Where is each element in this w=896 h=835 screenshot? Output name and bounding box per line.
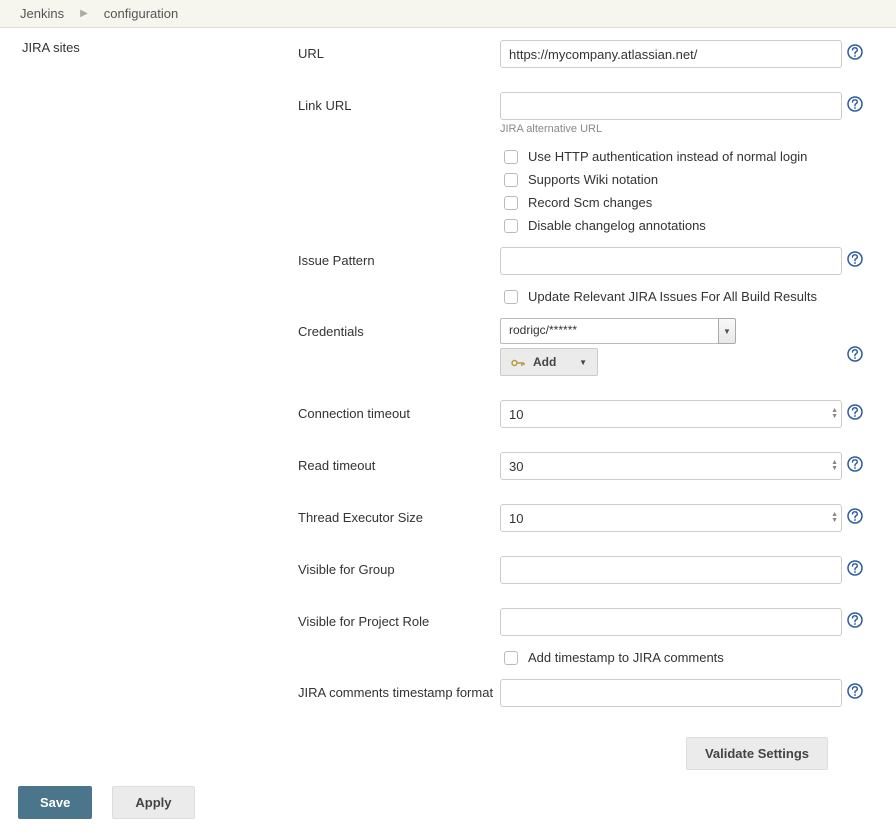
http-auth-checkbox[interactable]: Use HTTP authentication instead of norma… xyxy=(504,145,842,168)
save-button[interactable]: Save xyxy=(18,786,92,819)
checkbox-icon xyxy=(504,651,518,665)
apply-button[interactable]: Apply xyxy=(112,786,194,819)
add-timestamp-label: Add timestamp to JIRA comments xyxy=(528,650,724,665)
disable-changelog-checkbox[interactable]: Disable changelog annotations xyxy=(504,214,842,237)
ts-format-input[interactable] xyxy=(500,679,842,707)
help-icon[interactable] xyxy=(847,96,863,112)
thread-exec-input[interactable] xyxy=(500,504,842,532)
scm-label: Record Scm changes xyxy=(528,195,652,210)
wiki-checkbox[interactable]: Supports Wiki notation xyxy=(504,168,842,191)
http-auth-label: Use HTTP authentication instead of norma… xyxy=(528,149,807,164)
key-icon xyxy=(511,357,525,367)
help-icon[interactable] xyxy=(847,508,863,524)
scm-checkbox[interactable]: Record Scm changes xyxy=(504,191,842,214)
help-icon[interactable] xyxy=(847,612,863,628)
help-icon[interactable] xyxy=(847,346,863,362)
dropdown-button[interactable]: ▼ xyxy=(718,318,736,344)
section-title: JIRA sites xyxy=(0,40,298,770)
link-url-label: Link URL xyxy=(298,92,500,113)
visible-role-label: Visible for Project Role xyxy=(298,608,500,629)
visible-role-input[interactable] xyxy=(500,608,842,636)
url-label: URL xyxy=(298,40,500,61)
help-icon[interactable] xyxy=(847,251,863,267)
checkbox-icon xyxy=(504,219,518,233)
caret-down-icon: ▼ xyxy=(579,358,587,367)
issue-pattern-label: Issue Pattern xyxy=(298,247,500,268)
disable-changelog-label: Disable changelog annotations xyxy=(528,218,706,233)
checkbox-icon xyxy=(504,150,518,164)
help-icon[interactable] xyxy=(847,404,863,420)
add-credentials-button[interactable]: Add ▼ xyxy=(500,348,598,376)
validate-settings-button[interactable]: Validate Settings xyxy=(686,737,828,770)
caret-down-icon: ▼ xyxy=(723,327,731,336)
checkbox-icon xyxy=(504,290,518,304)
wiki-label: Supports Wiki notation xyxy=(528,172,658,187)
visible-group-input[interactable] xyxy=(500,556,842,584)
link-url-input[interactable] xyxy=(500,92,842,120)
read-timeout-input[interactable] xyxy=(500,452,842,480)
url-input[interactable] xyxy=(500,40,842,68)
conn-timeout-label: Connection timeout xyxy=(298,400,500,421)
help-icon[interactable] xyxy=(847,560,863,576)
spinner-icon[interactable]: ▲▼ xyxy=(831,460,838,472)
help-icon[interactable] xyxy=(847,44,863,60)
update-issues-label: Update Relevant JIRA Issues For All Buil… xyxy=(528,289,817,304)
update-issues-checkbox[interactable]: Update Relevant JIRA Issues For All Buil… xyxy=(504,285,842,308)
chevron-right-icon: ▶ xyxy=(80,8,88,19)
credentials-label: Credentials xyxy=(298,318,500,339)
thread-exec-label: Thread Executor Size xyxy=(298,504,500,525)
checkbox-icon xyxy=(504,173,518,187)
link-url-helper: JIRA alternative URL xyxy=(500,123,842,135)
spinner-icon[interactable]: ▲▼ xyxy=(831,512,838,524)
credentials-select[interactable]: rodrigc/****** xyxy=(500,318,718,344)
add-timestamp-checkbox[interactable]: Add timestamp to JIRA comments xyxy=(504,646,842,669)
breadcrumb: Jenkins ▶ configuration xyxy=(0,0,896,28)
help-icon[interactable] xyxy=(847,683,863,699)
help-icon[interactable] xyxy=(847,456,863,472)
spinner-icon[interactable]: ▲▼ xyxy=(831,408,838,420)
conn-timeout-input[interactable] xyxy=(500,400,842,428)
issue-pattern-input[interactable] xyxy=(500,247,842,275)
ts-format-label: JIRA comments timestamp format xyxy=(298,679,500,700)
breadcrumb-root[interactable]: Jenkins xyxy=(20,6,64,21)
add-label: Add xyxy=(533,355,556,369)
visible-group-label: Visible for Group xyxy=(298,556,500,577)
breadcrumb-current[interactable]: configuration xyxy=(104,6,178,21)
checkbox-icon xyxy=(504,196,518,210)
read-timeout-label: Read timeout xyxy=(298,452,500,473)
